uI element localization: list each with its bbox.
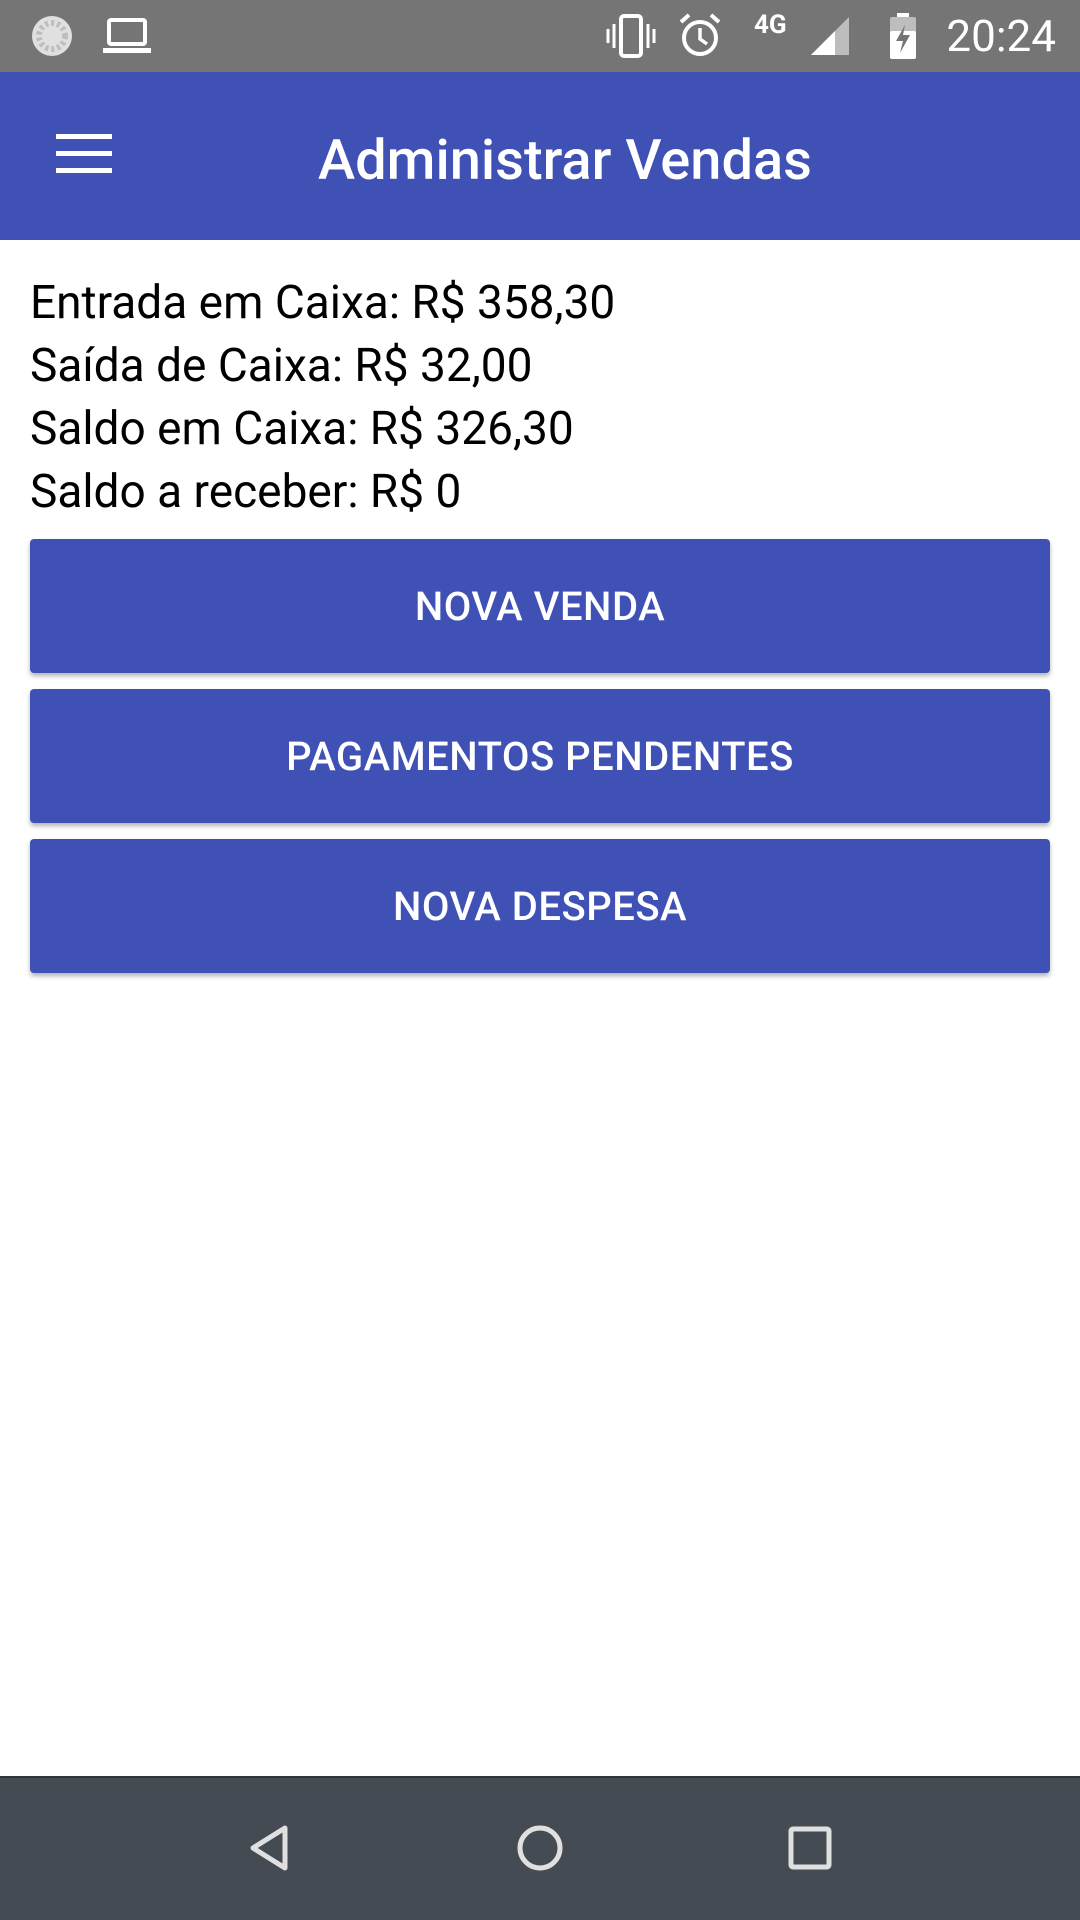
back-button[interactable]: [220, 1800, 320, 1900]
network-type-label: 4G: [754, 10, 787, 40]
navigation-bar: [0, 1776, 1080, 1920]
new-sale-button[interactable]: NOVA VENDA: [30, 539, 1050, 673]
app-bar: Administrar Vendas: [0, 72, 1080, 240]
status-bar: 4G 20:24: [0, 0, 1080, 72]
home-icon: [515, 1823, 565, 1877]
page-title: Administrar Vendas: [317, 127, 813, 193]
cash-balance-text: Saldo em Caixa: R$ 326,30: [30, 402, 574, 456]
signal-icon: [808, 14, 852, 58]
alarm-icon: [676, 10, 724, 60]
recents-button[interactable]: [760, 1800, 860, 1900]
home-button[interactable]: [490, 1800, 590, 1900]
receivable-balance-text: Saldo a receber: R$ 0: [30, 465, 462, 519]
back-icon: [245, 1823, 295, 1877]
cash-summary: Entrada em Caixa: R$ 358,30 Saída de Cai…: [30, 272, 615, 524]
loading-circle-icon: [28, 12, 76, 60]
vibrate-icon: [604, 12, 658, 60]
cash-out-text: Saída de Caixa: R$ 32,00: [30, 339, 533, 393]
status-time: 20:24: [946, 10, 1056, 62]
cash-in-text: Entrada em Caixa: R$ 358,30: [30, 276, 616, 330]
recents-icon: [787, 1825, 833, 1875]
battery-charging-icon: [886, 10, 920, 62]
new-expense-button[interactable]: NOVA DESPESA: [30, 839, 1050, 973]
pending-payments-button[interactable]: PAGAMENTOS PENDENTES: [30, 689, 1050, 823]
laptop-icon: [100, 14, 154, 58]
